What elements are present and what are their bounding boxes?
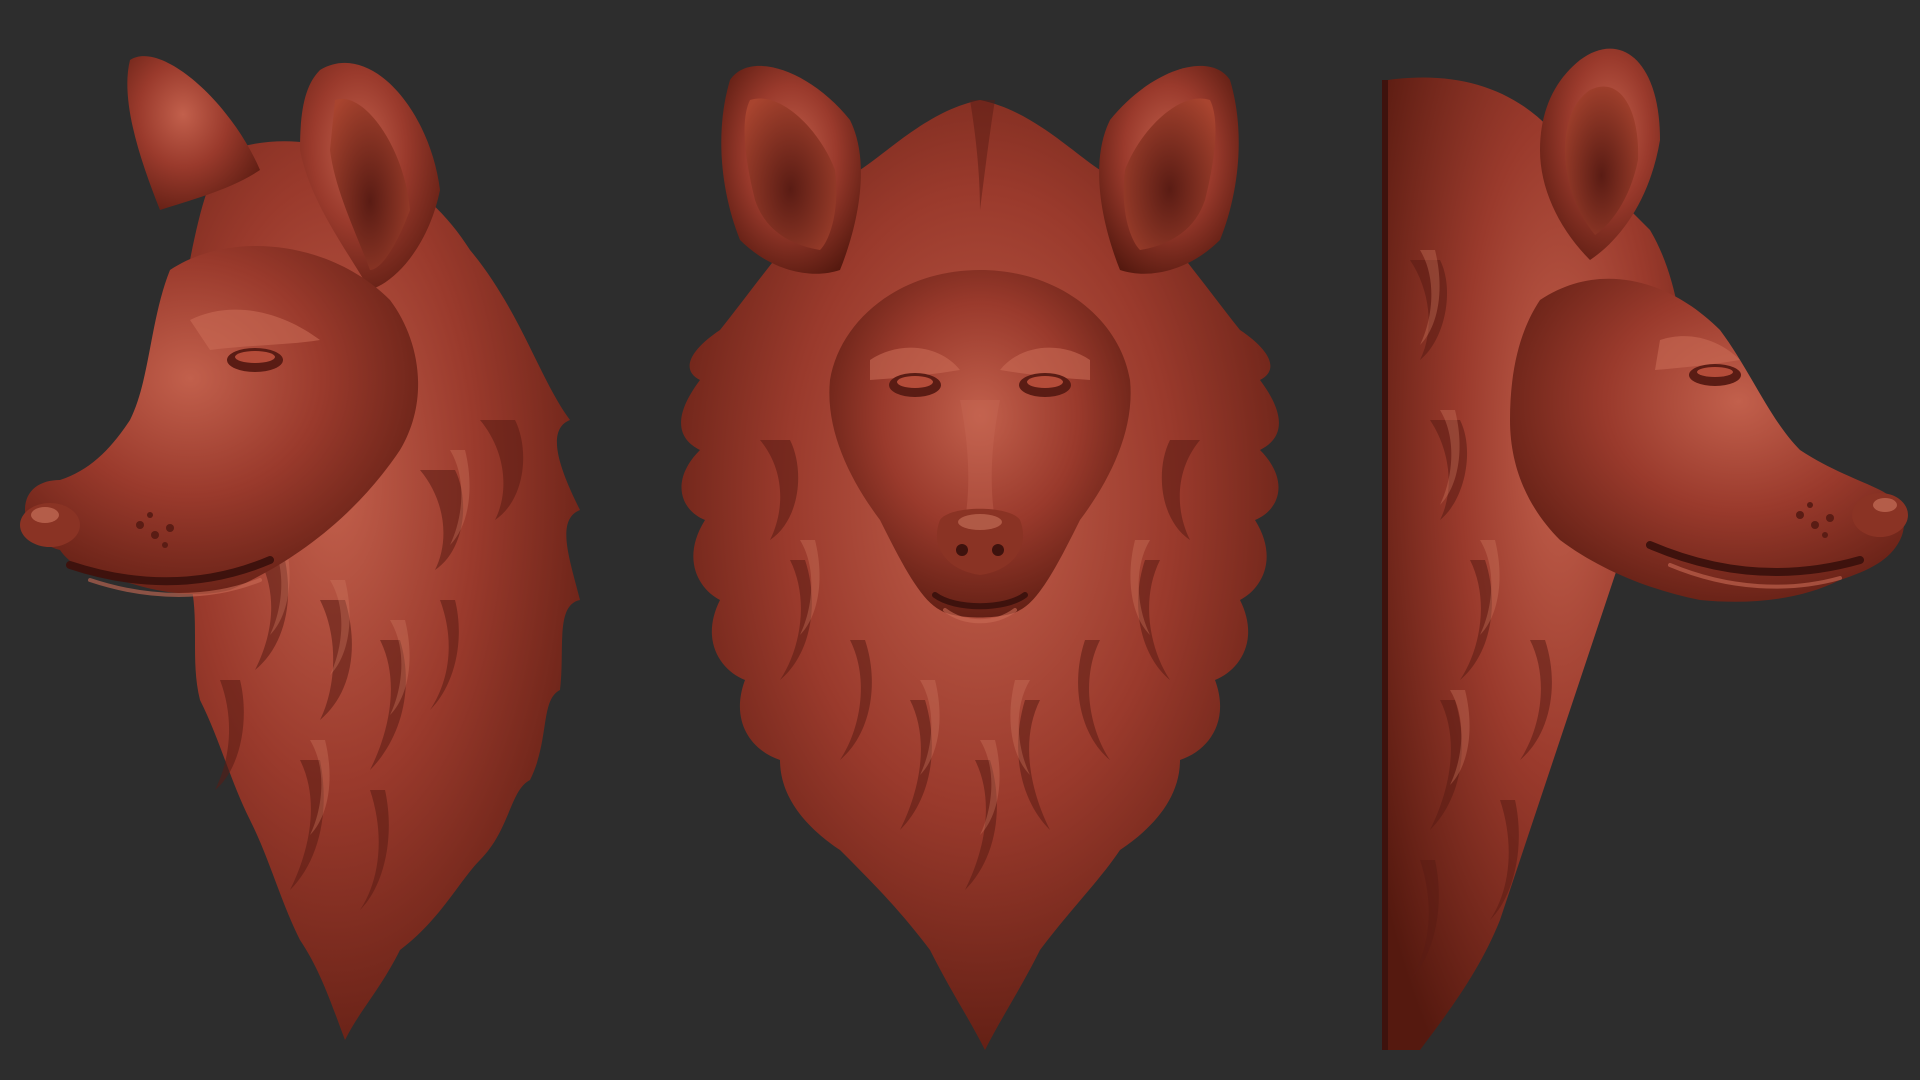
wolf-head-front-view [681,65,1279,1050]
right-base-plane [1382,80,1388,1050]
wolf-head-right-profile [1382,48,1908,1050]
sculpt-viewport [0,0,1920,1080]
wolf-head-left-profile [20,56,580,1040]
